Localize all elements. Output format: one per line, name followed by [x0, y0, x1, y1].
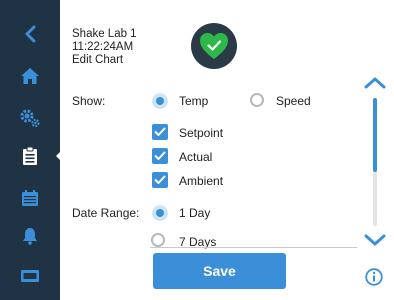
home-icon [21, 68, 39, 84]
ambient-checkbox[interactable] [152, 172, 168, 188]
show-label: Show: [72, 94, 106, 108]
speed-radio-label[interactable]: Speed [276, 94, 311, 108]
settings-gears-icon [20, 109, 40, 128]
checkmark-icon [154, 127, 166, 136]
seven-days-radio[interactable] [151, 233, 165, 247]
status-badge [191, 23, 237, 69]
setpoint-checkbox[interactable] [152, 124, 168, 140]
back-button[interactable] [0, 14, 60, 54]
date-range-label: Date Range: [72, 206, 140, 220]
calendar-icon [22, 190, 38, 206]
current-time: 11:22:24AM [72, 41, 134, 53]
scrollbar-thumb[interactable] [373, 98, 377, 172]
speed-radio[interactable] [250, 93, 264, 107]
temp-radio[interactable] [153, 94, 167, 108]
scroll-up-icon[interactable] [363, 76, 387, 90]
one-day-radio[interactable] [153, 206, 167, 220]
back-chevron-icon [25, 25, 36, 43]
save-button[interactable]: Save [153, 253, 286, 289]
sidebar-item-alarms[interactable] [0, 216, 60, 256]
page-title: Edit Chart [72, 54, 124, 66]
temp-radio-label[interactable]: Temp [179, 94, 208, 108]
bell-icon [23, 228, 37, 245]
sidebar-nav [0, 0, 60, 300]
sidebar-item-home[interactable] [0, 56, 60, 96]
ambient-label[interactable]: Ambient [179, 174, 223, 188]
actual-checkbox[interactable] [152, 148, 168, 164]
setpoint-label[interactable]: Setpoint [179, 126, 223, 140]
sidebar-item-settings[interactable] [0, 98, 60, 138]
info-icon[interactable] [365, 268, 383, 286]
divider [150, 247, 357, 248]
active-nav-indicator [56, 148, 64, 164]
device-name: Shake Lab 1 [72, 28, 137, 40]
sidebar-item-charts[interactable] [0, 136, 60, 176]
checkmark-icon [154, 151, 166, 160]
one-day-label[interactable]: 1 Day [179, 206, 210, 220]
actual-label[interactable]: Actual [179, 150, 212, 164]
sidebar-item-schedule[interactable] [0, 178, 60, 218]
checkmark-icon [154, 175, 166, 184]
heart-check-icon [200, 33, 228, 59]
clipboard-icon [23, 146, 37, 165]
card-icon [21, 270, 39, 282]
sidebar-item-device[interactable] [0, 256, 60, 296]
scroll-down-icon[interactable] [363, 233, 387, 247]
header-info: Shake Lab 1 11:22:24AM Edit Chart [72, 28, 137, 67]
